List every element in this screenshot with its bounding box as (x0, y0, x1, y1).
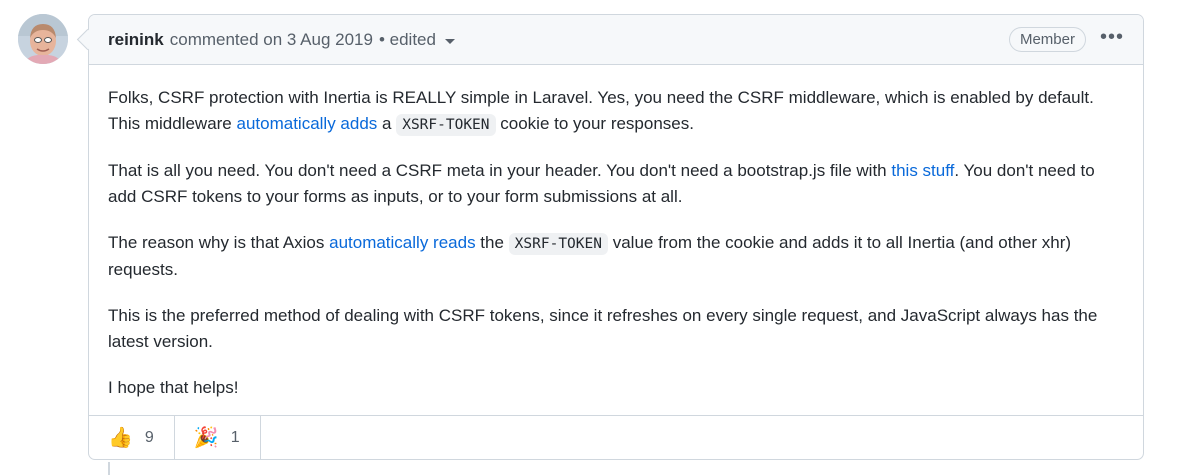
reactions-bar: 👍 9 🎉 1 (89, 415, 1143, 459)
comment-meta[interactable]: commented on 3 Aug 2019 (170, 30, 373, 50)
comment-body: Folks, CSRF protection with Inertia is R… (89, 65, 1143, 401)
kebab-horizontal-icon[interactable]: ••• (1100, 27, 1124, 53)
thumbs-up-icon: 👍 (108, 427, 133, 449)
edited-label: • edited (378, 29, 436, 49)
comment-box: reinink commented on 3 Aug 2019 • edited… (88, 14, 1144, 460)
automatically-adds-link[interactable]: automatically adds (237, 114, 378, 133)
this-stuff-link[interactable]: this stuff (891, 161, 954, 180)
reaction-count: 1 (230, 428, 240, 446)
comment-paragraph: That is all you need. You don't need a C… (108, 161, 1095, 206)
inline-code: XSRF-TOKEN (396, 114, 496, 136)
automatically-reads-link[interactable]: automatically reads (329, 233, 475, 252)
comment-paragraph: The reason why is that Axios automatical… (108, 233, 1072, 279)
reaction-hooray-button[interactable]: 🎉 1 (175, 416, 261, 459)
comment-paragraph: This is the preferred method of dealing … (108, 306, 1098, 351)
edited-dropdown[interactable]: • edited (379, 30, 455, 50)
inline-code: XSRF-TOKEN (508, 233, 608, 255)
avatar-image (18, 14, 68, 64)
timeline-connector (108, 462, 110, 475)
reaction-thumbs-up-button[interactable]: 👍 9 (89, 416, 175, 459)
comment-author[interactable]: reinink (108, 30, 164, 50)
comment-paragraph: I hope that helps! (108, 378, 239, 397)
comment-header: reinink commented on 3 Aug 2019 • edited… (89, 15, 1143, 65)
author-avatar[interactable] (18, 14, 68, 64)
chevron-down-icon (444, 38, 455, 44)
comment-paragraph: Folks, CSRF protection with Inertia is R… (108, 85, 1124, 138)
reaction-count: 9 (144, 428, 154, 446)
party-popper-icon: 🎉 (193, 427, 219, 449)
role-badge: Member (1008, 27, 1086, 52)
